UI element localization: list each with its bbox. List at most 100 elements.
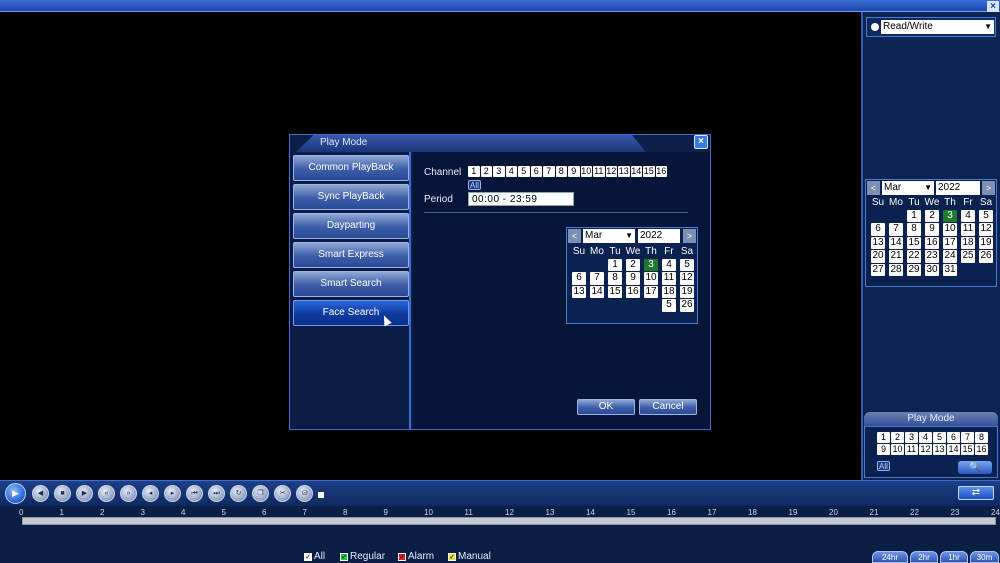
channel-checkbox[interactable]: 14 [947,444,960,455]
channel-checkbox[interactable]: 15 [961,444,974,455]
channel-checkbox[interactable]: 15 [643,166,655,177]
checkbox-icon[interactable]: ✓ [340,552,348,561]
ok-button[interactable]: OK [577,399,635,415]
channel-checkbox[interactable]: 8 [555,166,567,177]
channel-checkbox[interactable]: 11 [593,166,605,177]
calendar-day[interactable]: 1 [907,209,921,222]
channel-checkbox[interactable]: 1 [468,166,480,177]
checkbox-icon[interactable]: ✓ [304,552,312,561]
channel-checkbox[interactable]: 2 [891,432,904,443]
calendar-day[interactable]: 13 [572,285,586,298]
sync-icon[interactable]: ⇄ [958,486,994,500]
calendar-day[interactable]: 27 [871,263,885,276]
calendar-day[interactable]: 26 [979,250,993,263]
step-forward-icon[interactable]: ▸ [164,485,181,502]
calendar-day[interactable]: 29 [907,263,921,276]
channel-checkbox[interactable]: 5 [933,432,946,443]
channel-checkbox[interactable]: 12 [605,166,617,177]
month-select[interactable]: Mar ▼ [882,181,934,195]
legend-item[interactable]: ✓ All [304,551,325,562]
calendar-day[interactable]: 4 [662,258,676,271]
loop-icon[interactable]: ↻ [230,485,247,502]
calendar-day[interactable]: 25 [961,250,975,263]
calendar-day[interactable]: 11 [961,223,975,236]
calendar-day[interactable]: 8 [608,272,622,285]
legend-item[interactable]: ✓ Manual [448,551,491,562]
calendar-day[interactable]: 2 [925,209,939,222]
calendar-day[interactable]: 21 [889,250,903,263]
calendar-day[interactable]: 28 [889,263,903,276]
mode-button[interactable]: Smart Express [293,242,409,268]
checkbox-icon[interactable]: ✓ [398,552,406,561]
channel-checkbox[interactable]: 8 [975,432,988,443]
year-field[interactable]: 2022 [638,229,680,243]
calendar-day[interactable]: 10 [644,272,658,285]
period-input[interactable]: 00:00 - 23:59 [468,192,574,206]
calendar-day[interactable]: 20 [871,250,885,263]
calendar-day[interactable]: 16 [925,236,939,249]
calendar-day[interactable]: 7 [889,223,903,236]
calendar-day[interactable]: 10 [943,223,957,236]
stop-icon[interactable]: ■ [54,485,71,502]
calendar-day[interactable]: 31 [943,263,957,276]
channel-checkbox[interactable]: 3 [493,166,505,177]
rewind-icon[interactable]: « [98,485,115,502]
backup-icon[interactable]: ⛁ [296,485,313,502]
channel-checkbox[interactable]: 1 [877,432,890,443]
mode-select[interactable]: Read/Write ▼ [866,17,996,37]
next-month-button[interactable]: > [683,229,696,243]
checkbox-icon[interactable]: ✓ [448,552,456,561]
next-month-button[interactable]: > [982,181,995,195]
channel-checkbox[interactable]: 6 [530,166,542,177]
channel-checkbox[interactable]: 4 [919,432,932,443]
play-icon[interactable]: ▶ [5,483,26,504]
cancel-button[interactable]: Cancel [639,399,697,415]
channel-checkbox[interactable]: 6 [947,432,960,443]
calendar-day[interactable]: 5 [680,258,694,271]
calendar-day[interactable]: 5 [979,209,993,222]
channel-checkbox[interactable]: 14 [630,166,642,177]
calendar-day[interactable]: 18 [961,236,975,249]
calendar-day[interactable]: 2 [626,258,640,271]
calendar-day[interactable]: 14 [590,285,604,298]
calendar-day[interactable]: 11 [662,272,676,285]
prev-month-button[interactable]: < [568,229,581,243]
legend-item[interactable]: ✓ Alarm [398,551,434,562]
calendar-day[interactable]: 6 [871,223,885,236]
search-icon[interactable]: 🔍 [958,461,992,474]
calendar-day[interactable]: 16 [626,285,640,298]
mode-button[interactable]: Sync PlayBack [293,184,409,210]
calendar-day[interactable]: 18 [662,285,676,298]
clip-icon[interactable]: ✂ [274,485,291,502]
channel-checkbox[interactable]: 16 [655,166,667,177]
calendar-day[interactable]: 26 [680,299,694,312]
calendar-day[interactable]: 8 [907,223,921,236]
reverse-play-icon[interactable]: ▶ [76,485,93,502]
zoom-button[interactable]: 2hr [910,551,938,563]
legend-item[interactable]: ✓ Regular [340,551,385,562]
calendar-day[interactable]: 22 [907,250,921,263]
channel-checkbox[interactable]: 9 [877,444,890,455]
calendar-day[interactable]: 23 [925,250,939,263]
channel-checkbox[interactable]: 13 [618,166,630,177]
calendar-day[interactable]: 6 [572,272,586,285]
calendar-day[interactable]: 17 [644,285,658,298]
calendar-day[interactable]: 1 [608,258,622,271]
channel-checkbox[interactable]: 11 [905,444,918,455]
zoom-button[interactable]: 24hr [872,551,908,563]
calendar-day[interactable]: 12 [979,223,993,236]
dialog-close-button[interactable]: × [694,135,708,149]
previous-frame-icon[interactable]: ◀ [32,485,49,502]
calendar-day[interactable]: 15 [907,236,921,249]
dialog-all-checkbox[interactable]: All [468,180,481,190]
radio-icon[interactable] [871,23,879,31]
calendar-day[interactable]: 7 [590,272,604,285]
channel-checkbox[interactable]: 7 [961,432,974,443]
channel-checkbox[interactable]: 10 [580,166,592,177]
timeline-bar[interactable] [22,517,996,525]
channel-checkbox[interactable]: 3 [905,432,918,443]
all-channels-checkbox[interactable]: All [877,461,890,471]
mode-button[interactable]: Smart Search [293,271,409,297]
mode-button[interactable]: Common PlayBack [293,155,409,181]
skip-back-icon[interactable]: ⏮ [186,485,203,502]
